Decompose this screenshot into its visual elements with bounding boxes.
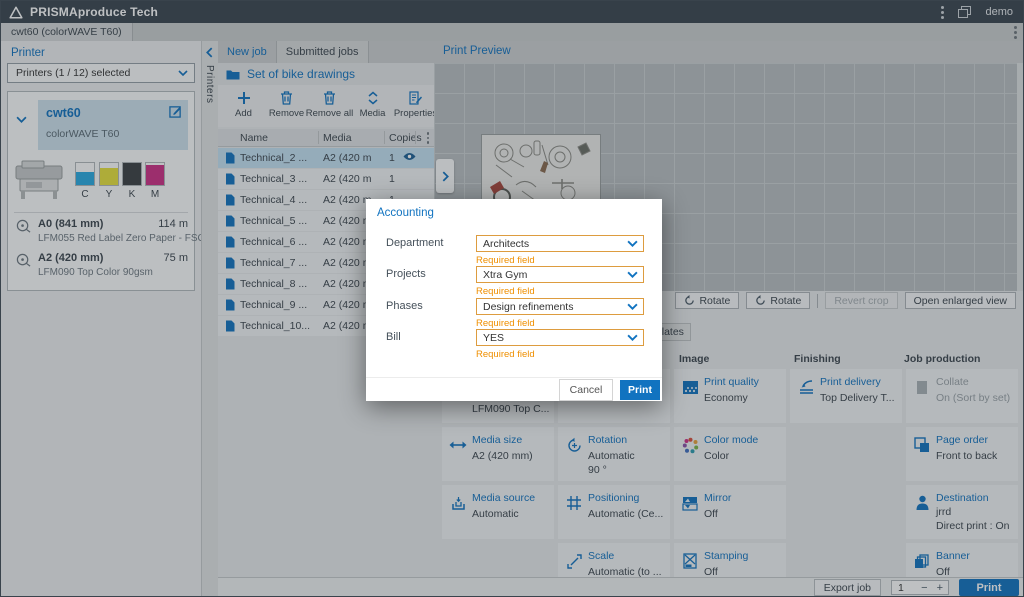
projects-required: Required field (476, 286, 535, 297)
accounting-dialog: Accounting Department Architects Require… (366, 199, 662, 401)
chevron-down-icon (627, 240, 638, 247)
chevron-down-icon (627, 334, 638, 341)
department-value: Architects (483, 238, 529, 250)
department-required: Required field (476, 255, 535, 266)
department-select[interactable]: Architects (476, 235, 644, 252)
chevron-down-icon (627, 303, 638, 310)
dialog-print-button[interactable]: Print (620, 380, 660, 400)
bill-value: YES (483, 332, 504, 344)
department-label: Department (386, 237, 443, 249)
projects-value: Xtra Gym (483, 269, 527, 281)
phases-required: Required field (476, 318, 535, 329)
chevron-down-icon (627, 271, 638, 278)
app-window: PRISMAproduce Tech demo cwt60 (colorWAVE… (0, 0, 1024, 597)
bill-label: Bill (386, 331, 401, 343)
cancel-button[interactable]: Cancel (559, 379, 613, 401)
phases-label: Phases (386, 300, 423, 312)
projects-label: Projects (386, 268, 426, 280)
dialog-title: Accounting (377, 207, 434, 219)
phases-value: Design refinements (483, 301, 573, 313)
bill-required: Required field (476, 349, 535, 360)
projects-select[interactable]: Xtra Gym (476, 266, 644, 283)
dialog-footer: Cancel Print (366, 377, 662, 401)
dialog-print-label: Print (628, 384, 652, 396)
bill-select[interactable]: YES (476, 329, 644, 346)
phases-select[interactable]: Design refinements (476, 298, 644, 315)
cancel-label: Cancel (570, 384, 603, 396)
